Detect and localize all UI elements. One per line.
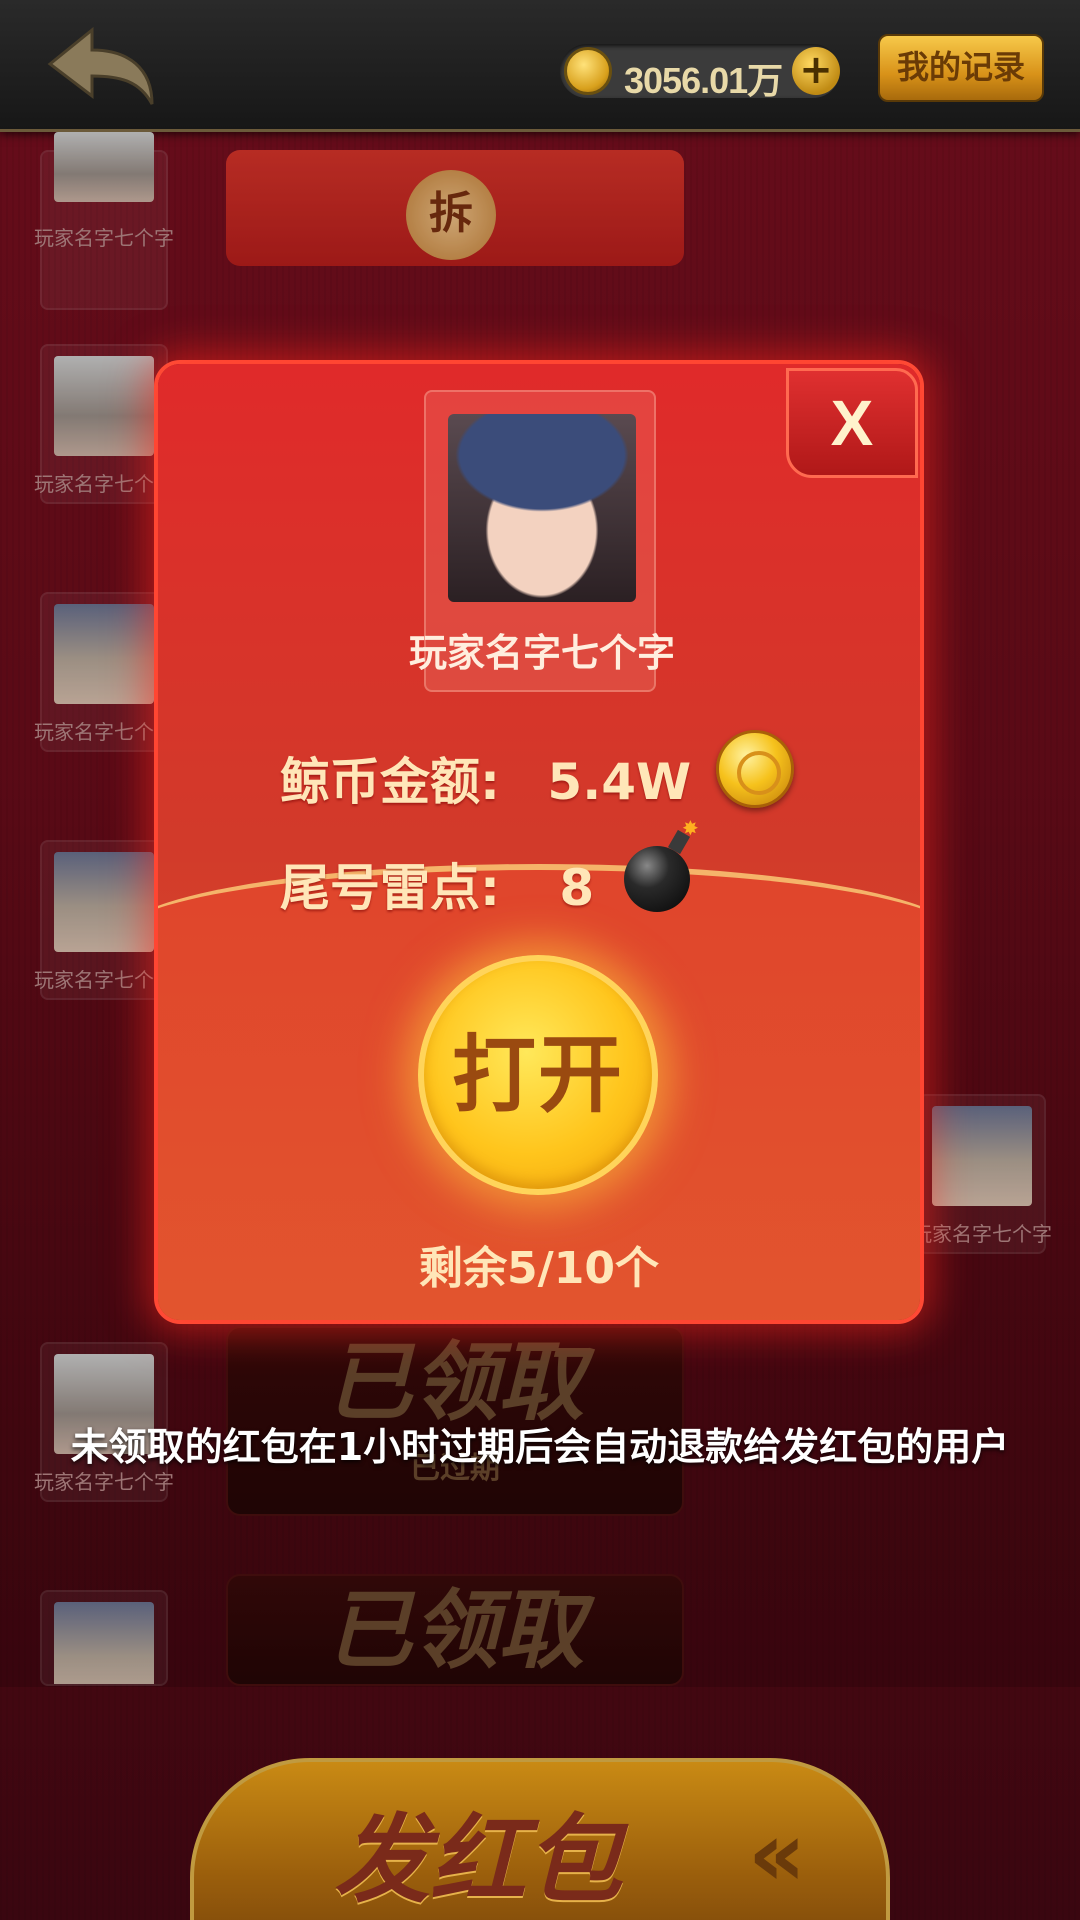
amount-label: 鲸币金额:	[280, 753, 500, 811]
expiry-notice: 未领取的红包在1小时过期后会自动退款给发红包的用户	[70, 1425, 1010, 1469]
amount-value: 5.4W	[547, 753, 692, 811]
send-red-packet-button[interactable]: 发红包 «	[190, 1758, 890, 1920]
top-bar: 3056.01万 + 我的记录	[0, 0, 1080, 132]
open-button[interactable]: 打开	[418, 955, 658, 1195]
sender-avatar	[448, 414, 636, 602]
mine-label: 尾号雷点:	[280, 859, 500, 917]
coin-icon	[716, 730, 794, 808]
my-records-button[interactable]: 我的记录	[878, 34, 1044, 102]
send-red-packet-label: 发红包	[334, 1804, 622, 1916]
add-coins-button[interactable]: +	[792, 47, 840, 95]
coin-icon	[564, 47, 612, 95]
coin-balance-value: 3056.01万	[624, 60, 783, 101]
bomb-icon	[624, 816, 699, 912]
double-chevron-left-icon: «	[747, 1802, 806, 1907]
mine-value: 8	[559, 859, 595, 917]
mine-row: 尾号雷点: 8	[280, 848, 594, 920]
close-button[interactable]: X	[786, 368, 918, 478]
coin-balance: 3056.01万 +	[560, 44, 840, 101]
sender-card: 玩家名字七个字	[409, 390, 675, 692]
amount-row: 鲸币金额: 5.4W	[280, 742, 691, 814]
back-arrow-icon[interactable]	[40, 22, 160, 112]
sender-name: 玩家名字七个字	[408, 631, 675, 675]
remaining-count: 剩余5/10个	[419, 1243, 659, 1294]
